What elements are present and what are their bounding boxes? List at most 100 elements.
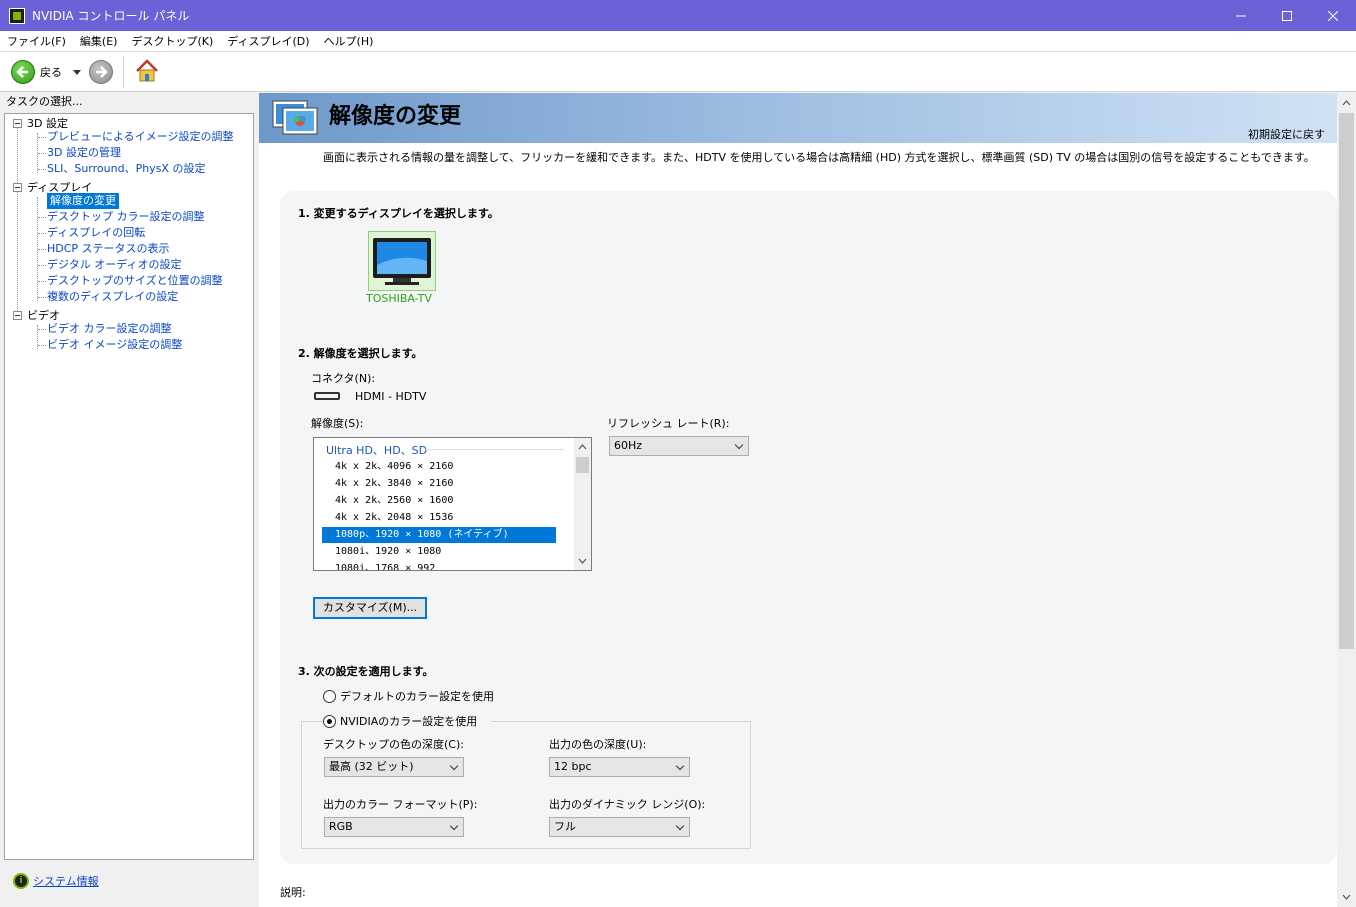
- step-3-heading: 3. 次の設定を適用します。: [298, 665, 434, 678]
- tree-item-change-resolution[interactable]: 解像度の変更: [47, 193, 119, 209]
- tree-item-video-image[interactable]: ビデオ イメージ設定の調整: [47, 337, 182, 353]
- collapse-icon[interactable]: [13, 310, 22, 320]
- menu-display[interactable]: ディスプレイ(D): [220, 33, 316, 49]
- color-format-select[interactable]: RGB: [324, 817, 464, 837]
- output-depth-label: 出力の色の深度(U):: [549, 738, 647, 751]
- tree-guide: [38, 169, 46, 170]
- dynamic-range-select[interactable]: フル: [549, 817, 690, 837]
- system-info-link[interactable]: i システム情報: [13, 873, 99, 889]
- tree-guide: [38, 137, 46, 138]
- tree-guide: [38, 153, 46, 154]
- menu-file[interactable]: ファイル(F): [0, 33, 73, 49]
- resolution-option[interactable]: 4k x 2k、4096 × 2160: [322, 459, 556, 475]
- refresh-rate-label: リフレッシュ レート(R):: [607, 417, 730, 430]
- close-button[interactable]: [1310, 0, 1356, 31]
- dynamic-range-label: 出力のダイナミック レンジ(O):: [549, 798, 706, 811]
- collapse-icon[interactable]: [13, 182, 22, 192]
- close-icon: [1328, 10, 1338, 21]
- menu-bar: ファイル(F) 編集(E) デスクトップ(K) ディスプレイ(D) ヘルプ(H): [0, 31, 1356, 52]
- resolution-option[interactable]: 1080i、1768 × 992: [322, 561, 556, 570]
- tree-guide: [38, 281, 46, 282]
- scrollbar-thumb[interactable]: [1339, 113, 1354, 649]
- tree-guide: [17, 127, 18, 319]
- tree-item-manage-3d[interactable]: 3D 設定の管理: [47, 145, 121, 161]
- step-1-heading: 1. 変更するディスプレイを選択します。: [298, 207, 499, 220]
- page-title: 解像度の変更: [329, 104, 462, 129]
- forward-arrow-icon: [89, 60, 113, 84]
- home-icon: [136, 59, 158, 82]
- monitor-icon: [373, 238, 431, 285]
- back-history-dropdown[interactable]: [73, 70, 81, 75]
- maximize-button[interactable]: [1264, 0, 1310, 31]
- back-arrow-icon: [11, 60, 35, 84]
- resolution-option-selected[interactable]: 1080p、1920 × 1080 (ネイティブ): [322, 527, 556, 543]
- step-2-heading: 2. 解像度を選択します。: [298, 347, 423, 360]
- display-tile-toshiba[interactable]: [368, 231, 436, 291]
- scroll-down-icon: [578, 558, 587, 564]
- tree-guide: [38, 265, 46, 266]
- radio-label: デフォルトのカラー設定を使用: [340, 690, 494, 703]
- system-info-label: システム情報: [33, 875, 99, 888]
- tree-item-hdcp-status[interactable]: HDCP ステータスの表示: [47, 241, 170, 257]
- tree-item-sli-physx[interactable]: SLI、Surround、PhysX の設定: [47, 161, 205, 177]
- nvidia-app-icon: [9, 7, 25, 24]
- tree-item-rotate-display[interactable]: ディスプレイの回転: [47, 225, 145, 241]
- output-depth-select[interactable]: 12 bpc: [549, 757, 690, 777]
- customize-button[interactable]: カスタマイズ(M)...: [313, 597, 427, 619]
- title-bar: NVIDIA コントロール パネル: [0, 0, 1356, 31]
- scroll-up-icon: [1342, 100, 1351, 106]
- connector-label: コネクタ(N):: [311, 372, 376, 385]
- resolution-option[interactable]: 4k x 2k、2048 × 1536: [322, 510, 556, 526]
- refresh-rate-select[interactable]: 60Hz: [609, 436, 749, 456]
- tree-item-desktop-size[interactable]: デスクトップのサイズと位置の調整: [47, 273, 223, 289]
- tree-item-preview-image[interactable]: プレビューによるイメージ設定の調整: [47, 129, 233, 145]
- tree-item-desktop-color[interactable]: デスクトップ カラー設定の調整: [47, 209, 205, 225]
- resolution-group-header: Ultra HD、HD、SD: [326, 444, 428, 457]
- tree-guide: [38, 345, 46, 346]
- group-divider: [424, 449, 564, 450]
- resolution-scrollbar[interactable]: [574, 438, 591, 570]
- restore-defaults-link[interactable]: 初期設定に戻す: [1248, 126, 1325, 142]
- description-label: 説明:: [280, 886, 306, 899]
- content-scrollbar[interactable]: [1337, 93, 1356, 907]
- minimize-icon: [1236, 15, 1246, 16]
- tree-guide: [38, 329, 46, 330]
- resolution-option[interactable]: 4k x 2k、3840 × 2160: [322, 476, 556, 492]
- tree-guide: [38, 233, 46, 234]
- minimize-button[interactable]: [1218, 0, 1264, 31]
- toolbar-separator: [123, 56, 124, 88]
- resolution-listbox[interactable]: Ultra HD、HD、SD 4k x 2k、4096 × 2160 4k x …: [313, 437, 592, 571]
- resolution-label: 解像度(S):: [311, 417, 364, 430]
- forward-button[interactable]: [89, 60, 113, 84]
- radio-circle[interactable]: [323, 689, 336, 703]
- display-name: TOSHIBA-TV: [366, 292, 432, 305]
- scroll-down-icon: [1342, 894, 1351, 900]
- collapse-icon[interactable]: [13, 118, 22, 128]
- scrollbar-thumb[interactable]: [576, 457, 589, 473]
- resolution-page-icon: [272, 100, 318, 135]
- radio-circle[interactable]: [323, 714, 336, 728]
- task-select-header: タスクの選択...: [6, 95, 83, 108]
- maximize-icon: [1282, 10, 1292, 21]
- radio-nvidia-color[interactable]: NVIDIAのカラー設定を使用: [323, 713, 492, 729]
- window-title: NVIDIA コントロール パネル: [32, 9, 190, 23]
- toolbar: 戻る: [0, 52, 1356, 92]
- tree-guide: [38, 249, 46, 250]
- menu-help[interactable]: ヘルプ(H): [317, 33, 381, 49]
- back-button[interactable]: 戻る: [11, 60, 62, 84]
- tree-item-multiple-displays[interactable]: 複数のディスプレイの設定: [47, 289, 178, 305]
- menu-desktop[interactable]: デスクトップ(K): [124, 33, 220, 49]
- tree-guide: [38, 217, 46, 218]
- tree-item-digital-audio[interactable]: デジタル オーディオの設定: [47, 257, 182, 273]
- radio-default-color[interactable]: デフォルトのカラー設定を使用: [323, 688, 494, 704]
- page-description: 画面に表示される情報の量を調整して、フリッカーを緩和できます。また、HDTV を…: [323, 151, 1315, 164]
- resolution-option[interactable]: 1080i、1920 × 1080: [322, 544, 556, 560]
- page-banner: 解像度の変更 初期設定に戻す: [259, 93, 1337, 143]
- home-button[interactable]: [134, 58, 160, 84]
- desktop-depth-select[interactable]: 最高 (32 ビット): [324, 757, 464, 777]
- menu-edit[interactable]: 編集(E): [73, 33, 125, 49]
- tree-item-video-color[interactable]: ビデオ カラー設定の調整: [47, 321, 172, 337]
- desktop-depth-label: デスクトップの色の深度(C):: [323, 738, 464, 751]
- resolution-option[interactable]: 4k x 2k、2560 × 1600: [322, 493, 556, 509]
- connector-value: HDMI - HDTV: [355, 390, 427, 403]
